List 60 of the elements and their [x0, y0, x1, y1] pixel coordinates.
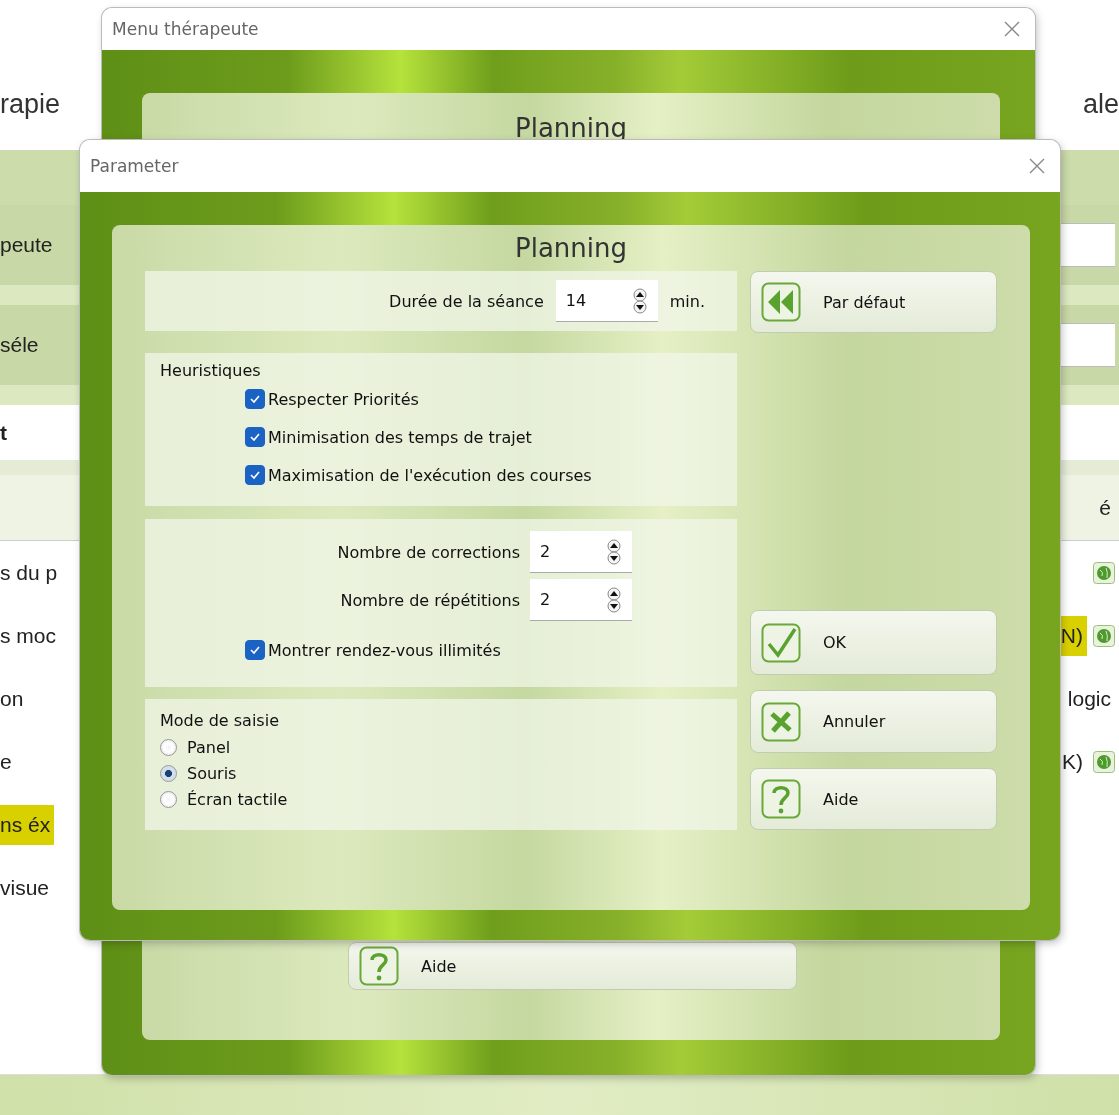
app-title-fragment: rapie: [0, 89, 61, 120]
panel-heading: Planning: [514, 233, 628, 265]
globe-icon[interactable]: [1093, 561, 1115, 584]
list-item-text: on: [0, 685, 25, 712]
help-icon: [359, 946, 399, 986]
list-item-text: s moc: [0, 622, 57, 649]
list-item-text: K): [1062, 748, 1084, 775]
section-title: Heuristiques: [160, 361, 262, 380]
checkbox[interactable]: [245, 640, 265, 660]
globe-icon[interactable]: [1093, 624, 1115, 647]
section-title: Mode de saisie: [160, 711, 280, 730]
field-label: Durée de la séance: [389, 291, 544, 311]
checkmark-icon: [249, 469, 261, 481]
rewind-icon: [761, 282, 801, 322]
field-label: Nombre de corrections: [336, 542, 520, 562]
radio-option[interactable]: Panel: [160, 734, 722, 760]
list-item-text: s du p: [0, 559, 59, 586]
list-item-text: séle: [0, 332, 40, 358]
cancel-button[interactable]: Annuler: [750, 690, 997, 753]
checkbox[interactable]: [245, 465, 265, 485]
list-item-text: N): [1060, 615, 1087, 656]
list-item-text: é: [1099, 494, 1112, 521]
radio-option[interactable]: Écran tactile: [160, 786, 722, 812]
app-title-fragment: ale: [1082, 89, 1119, 120]
help-button[interactable]: Aide: [750, 768, 997, 830]
checkmark-icon: [249, 431, 261, 443]
list-item-text: ns éx: [0, 804, 55, 845]
spinner-arrows-icon[interactable]: [604, 538, 624, 565]
checkbox[interactable]: [245, 389, 265, 409]
list-item-text: logic: [1067, 685, 1112, 712]
help-button[interactable]: Aide: [348, 942, 797, 990]
help-icon: [761, 779, 801, 819]
checkmark-icon: [249, 644, 261, 656]
window-title: Parameter: [90, 156, 179, 176]
number-field[interactable]: 14: [555, 280, 658, 322]
panel-heading: Planning: [514, 112, 628, 143]
ok-button[interactable]: OK: [750, 610, 997, 675]
list-item-text: t: [0, 419, 8, 446]
unit-label: min.: [669, 291, 705, 311]
check-icon: [761, 622, 801, 663]
default-button[interactable]: Par défaut: [750, 271, 997, 333]
list-item-text: visue: [0, 874, 51, 901]
checkbox-label[interactable]: Maximisation de l'exécution des courses: [245, 456, 722, 494]
cross-icon: [761, 701, 801, 742]
checkbox-label[interactable]: Minimisation des temps de trajet: [245, 418, 722, 456]
spinner-arrows-icon[interactable]: [604, 586, 624, 613]
number-field[interactable]: 2: [530, 531, 632, 573]
list-item-text: peute: [0, 232, 54, 258]
checkbox[interactable]: [245, 427, 265, 447]
field-label: Nombre de répétitions: [339, 590, 520, 610]
close-icon: [1003, 20, 1021, 38]
radio-option[interactable]: Souris: [160, 760, 722, 786]
window-title: Menu thérapeute: [112, 19, 259, 39]
number-field[interactable]: 2: [530, 579, 632, 621]
list-item-text: e: [0, 748, 13, 775]
close-icon: [1028, 157, 1046, 175]
checkbox-label[interactable]: Respecter Priorités: [245, 380, 722, 418]
checkmark-icon: [249, 393, 261, 405]
globe-icon[interactable]: [1093, 750, 1115, 773]
checkbox-label[interactable]: Montrer rendez-vous illimités: [245, 631, 737, 669]
